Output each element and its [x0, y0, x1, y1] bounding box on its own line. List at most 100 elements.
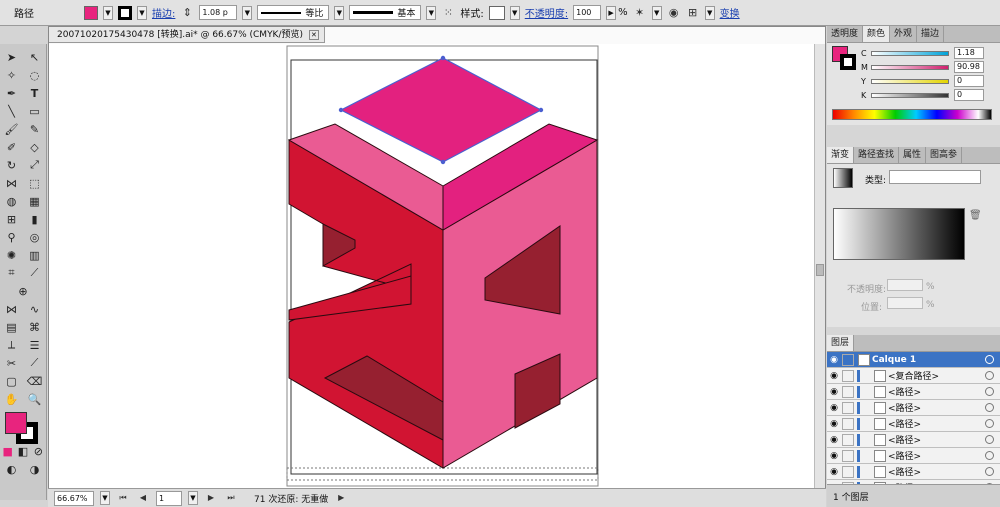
type-tool-icon[interactable]: T: [26, 87, 44, 100]
selection-tool-icon[interactable]: ➤: [3, 51, 21, 64]
layer-row[interactable]: ◉ Calque 1: [827, 352, 1000, 368]
eye-icon[interactable]: ◉: [827, 451, 841, 461]
sublayer-row[interactable]: ◉ <路径>: [827, 464, 1000, 480]
stroke-weight-field[interactable]: 1.08 p: [199, 5, 238, 20]
fill-color-box[interactable]: [5, 412, 27, 434]
align-icon[interactable]: ⊞: [686, 6, 700, 20]
black-value[interactable]: 0: [954, 89, 984, 101]
status-menu-icon[interactable]: ▶: [334, 491, 348, 505]
target-icon[interactable]: [985, 371, 994, 380]
type-select[interactable]: [889, 170, 981, 184]
next-page-icon[interactable]: ▶: [204, 491, 218, 505]
style-swatch[interactable]: [488, 5, 505, 20]
page-field[interactable]: 1: [156, 490, 182, 506]
chevron-down-icon[interactable]: ▼: [426, 5, 437, 20]
lock-toggle[interactable]: [842, 401, 854, 414]
yellow-value[interactable]: 0: [954, 75, 984, 87]
eraser-tool-icon[interactable]: ⌫: [26, 375, 44, 388]
eye-icon[interactable]: ◉: [827, 387, 841, 397]
eyedropper-icon[interactable]: ⚲: [3, 231, 21, 244]
target-icon[interactable]: [985, 419, 994, 428]
color-spectrum[interactable]: [832, 109, 992, 120]
slice-tool-icon[interactable]: ⟋: [26, 266, 44, 280]
tab-graphic-styles[interactable]: 图高参: [926, 147, 963, 163]
lock-toggle[interactable]: [842, 369, 854, 382]
chevron-down-icon[interactable]: ▼: [188, 491, 198, 505]
blob-brush-icon[interactable]: ✐: [3, 141, 21, 154]
graph-tool-icon[interactable]: ▥: [26, 249, 44, 262]
opacity-field[interactable]: 100: [573, 5, 602, 20]
fill-stroke-control[interactable]: [0, 408, 46, 444]
target-icon[interactable]: [985, 403, 994, 412]
tab-layers[interactable]: 图层: [827, 335, 855, 351]
chevron-down-icon[interactable]: ▼: [651, 5, 662, 20]
hand-tool-icon[interactable]: ✋: [3, 393, 21, 406]
artboard-tool-icon[interactable]: ⌗: [3, 266, 21, 280]
pen-tool-icon[interactable]: ✒: [3, 87, 21, 100]
target-icon[interactable]: [985, 451, 994, 460]
sublayer-row[interactable]: ◉ <路径>: [827, 384, 1000, 400]
rotate-tool-icon[interactable]: ↻: [3, 159, 21, 172]
anchor-point[interactable]: [538, 107, 544, 113]
screen-mode-icon[interactable]: ◑: [26, 463, 44, 476]
tab-pathfinder[interactable]: 路径查找: [854, 147, 900, 163]
chevron-down-icon[interactable]: ▼: [242, 5, 253, 20]
artboard-icon[interactable]: ▢: [3, 375, 21, 388]
lock-toggle[interactable]: [842, 433, 854, 446]
scroll-thumb[interactable]: [816, 264, 824, 276]
layer-name[interactable]: Calque 1: [872, 355, 916, 365]
opacity-link[interactable]: 不透明度:: [525, 5, 568, 20]
cyan-value[interactable]: 1.18: [954, 47, 984, 59]
direct-selection-tool-icon[interactable]: ↖: [26, 51, 44, 64]
measure-icon[interactable]: ⟂: [3, 338, 21, 352]
path-name[interactable]: <路径>: [888, 433, 921, 446]
black-slider[interactable]: K0: [827, 88, 1000, 102]
width-tool-icon[interactable]: ⋈: [3, 177, 21, 190]
gradient-preview[interactable]: [833, 208, 965, 260]
eraser-icon[interactable]: ◇: [26, 141, 44, 154]
eye-icon[interactable]: ◉: [827, 435, 841, 445]
path-name[interactable]: <路径>: [888, 385, 921, 398]
none-mode-icon[interactable]: ⊘: [31, 445, 46, 458]
lock-toggle[interactable]: [842, 353, 854, 366]
gradient-tool-icon[interactable]: ▮: [26, 213, 44, 226]
target-icon[interactable]: [985, 467, 994, 476]
mesh-tool-icon[interactable]: ⊞: [3, 213, 21, 226]
lock-toggle[interactable]: [842, 465, 854, 478]
yellow-slider[interactable]: Y0: [827, 74, 1000, 88]
sublayer-row[interactable]: ◉ <复合路径>: [827, 368, 1000, 384]
recolor-artwork-icon[interactable]: ✶: [633, 6, 647, 20]
vertical-scrollbar[interactable]: [814, 44, 825, 489]
path-name[interactable]: <复合路径>: [888, 369, 939, 382]
last-page-icon[interactable]: ⏭: [224, 491, 238, 505]
sublayer-row[interactable]: ◉ <路径>: [827, 400, 1000, 416]
paintbrush-icon[interactable]: 🖌: [3, 123, 21, 136]
draw-mode-icon[interactable]: ◐: [3, 463, 21, 476]
first-page-icon[interactable]: ⏮: [116, 491, 130, 505]
magenta-bar[interactable]: [871, 64, 949, 70]
envelope-icon[interactable]: ⋈: [3, 303, 21, 316]
path-name[interactable]: <路径>: [888, 401, 921, 414]
chevron-down-icon[interactable]: ▼: [704, 5, 715, 20]
path-name[interactable]: <路径>: [888, 449, 921, 462]
stamp-icon[interactable]: ⌘: [26, 321, 44, 334]
chevron-down-icon[interactable]: ▼: [100, 491, 110, 505]
knife-icon[interactable]: ⟋: [26, 356, 44, 370]
gradient-swatch[interactable]: [833, 168, 853, 188]
lasso-icon[interactable]: ◌: [26, 69, 44, 82]
stroke-link[interactable]: 描边:: [152, 5, 175, 20]
cyan-bar[interactable]: [871, 50, 949, 56]
prev-page-icon[interactable]: ◀: [136, 491, 150, 505]
zoom-tool-icon[interactable]: 🔍: [26, 393, 44, 406]
brush-definition[interactable]: 基本: [349, 5, 422, 20]
scale-tool-icon[interactable]: ⤢: [26, 158, 44, 172]
lock-toggle[interactable]: [842, 385, 854, 398]
stroke-swatch[interactable]: [118, 5, 132, 20]
anchor-point[interactable]: [440, 159, 446, 165]
chevron-down-icon[interactable]: ▼: [509, 5, 520, 20]
panel-stroke-swatch[interactable]: [840, 54, 856, 70]
target-icon[interactable]: [985, 435, 994, 444]
chart-icon[interactable]: ▤: [3, 321, 21, 334]
canvas[interactable]: [49, 44, 815, 489]
pencil-icon[interactable]: ✎: [26, 123, 44, 136]
